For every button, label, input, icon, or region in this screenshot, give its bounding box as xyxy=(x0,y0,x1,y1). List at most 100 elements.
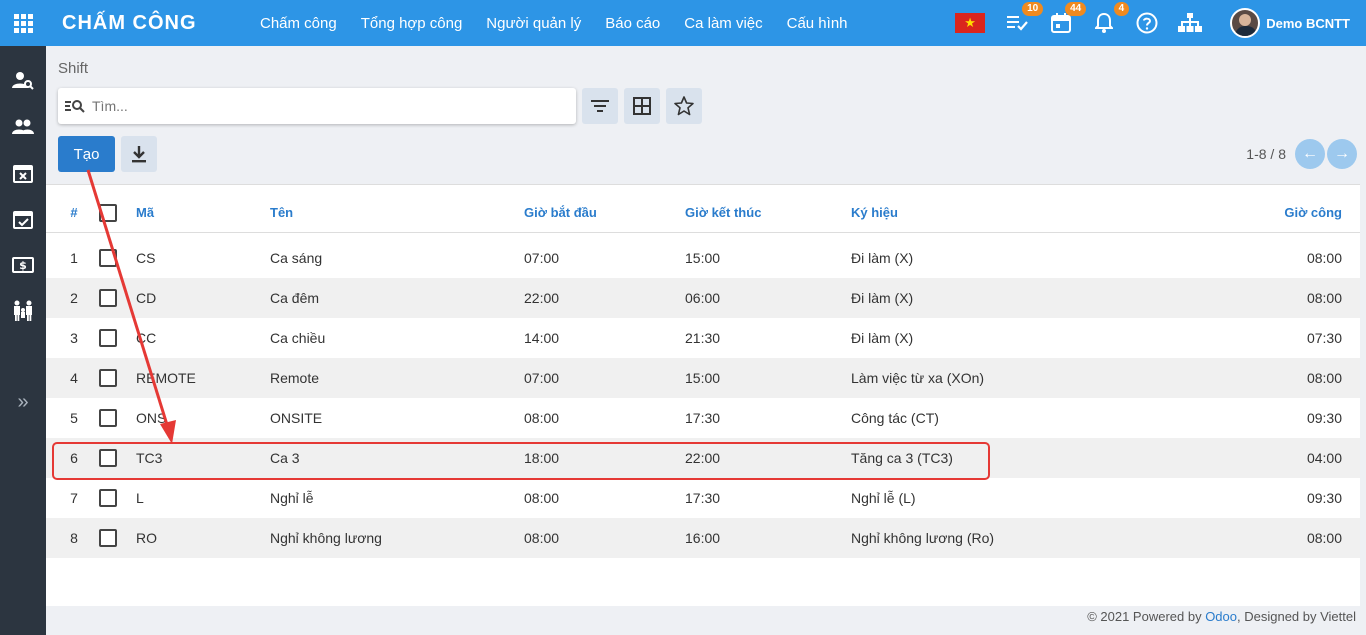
cell-start: 07:00 xyxy=(524,250,560,266)
calendar-badge: 44 xyxy=(1065,2,1087,16)
menu-item-ca-lam-viec[interactable]: Ca làm việc xyxy=(672,15,774,32)
row-checkbox[interactable] xyxy=(99,329,117,347)
cell-end: 15:00 xyxy=(685,250,721,266)
cell-num: 5 xyxy=(70,410,78,426)
table-row[interactable]: 6 TC3 Ca 3 18:00 22:00 Tăng ca 3 (TC3) 04:00 xyxy=(46,438,1360,478)
pager-text[interactable]: 1-8 / 8 xyxy=(1246,146,1286,162)
cell-num: 4 xyxy=(70,370,78,386)
cell-hours: 08:00 xyxy=(1306,370,1342,386)
download-button[interactable] xyxy=(121,136,157,172)
notifications-button[interactable]: 4 xyxy=(1091,2,1130,36)
table-row[interactable]: 2 CD Ca đêm 22:00 06:00 Đi làm (X) 08:00 xyxy=(46,278,1360,318)
table-row[interactable]: 5 ONS ONSITE 08:00 17:30 Công tác (CT) 09:30 xyxy=(46,398,1360,438)
money-icon: $ xyxy=(12,257,34,273)
cell-end: 15:00 xyxy=(685,370,721,386)
activities-button[interactable]: 10 xyxy=(1005,2,1044,36)
row-checkbox[interactable] xyxy=(99,409,117,427)
breadcrumb: Shift xyxy=(58,60,89,77)
org-chart-button[interactable] xyxy=(1177,10,1203,36)
cell-num: 7 xyxy=(70,490,78,506)
menu-item-cau-hinh[interactable]: Cấu hình xyxy=(775,15,860,32)
app-title: CHẤM CÔNG xyxy=(62,11,197,34)
arrow-right-icon: → xyxy=(1334,145,1350,162)
cell-hours: 08:00 xyxy=(1306,250,1342,266)
cell-name: Nghỉ không lương xyxy=(270,530,382,546)
group-by-button[interactable] xyxy=(624,88,660,124)
header-num: # xyxy=(70,205,78,220)
table-row[interactable]: 7 L Nghỉ lễ 08:00 17:30 Nghỉ lễ (L) 09:30 xyxy=(46,478,1360,518)
cell-start: 07:00 xyxy=(524,370,560,386)
header-start[interactable]: Giờ bắt đầu xyxy=(524,193,597,233)
header-end[interactable]: Giờ kết thúc xyxy=(685,193,761,233)
language-flag-icon[interactable] xyxy=(955,13,986,33)
sidebar-attendance[interactable] xyxy=(0,196,46,242)
help-button[interactable] xyxy=(1134,10,1160,36)
cell-symbol: Đi làm (X) xyxy=(851,290,914,306)
cell-code: L xyxy=(136,490,144,506)
cell-code: TC3 xyxy=(136,450,163,466)
row-checkbox[interactable] xyxy=(99,449,117,467)
cell-num: 1 xyxy=(70,250,78,266)
calendar-button[interactable]: 44 xyxy=(1048,2,1087,36)
apps-menu-icon[interactable] xyxy=(0,0,46,46)
pager-next-button[interactable]: → xyxy=(1327,139,1357,169)
sidebar-payroll[interactable]: $ xyxy=(0,242,46,288)
table-row[interactable]: 1 CS Ca sáng 07:00 15:00 Đi làm (X) 08:00 xyxy=(46,238,1360,278)
user-name[interactable]: Demo BCNTT xyxy=(1266,16,1350,31)
cell-start: 08:00 xyxy=(524,410,560,426)
filter-button[interactable] xyxy=(582,88,618,124)
sidebar-leave[interactable] xyxy=(0,150,46,196)
sidebar-team[interactable] xyxy=(0,104,46,150)
cell-hours: 09:30 xyxy=(1306,410,1342,426)
star-icon xyxy=(674,96,694,116)
user-search-icon xyxy=(12,72,34,90)
footer-odoo-link[interactable]: Odoo xyxy=(1205,609,1237,624)
cell-code: ONS xyxy=(136,410,167,426)
menu-item-tong-hop-cong[interactable]: Tổng hợp công xyxy=(349,15,475,32)
menu-item-cham-cong[interactable]: Chấm công xyxy=(248,15,349,32)
cell-end: 22:00 xyxy=(685,450,721,466)
cell-num: 3 xyxy=(70,330,78,346)
calendar-check-icon xyxy=(13,211,33,229)
create-button[interactable]: Tạo xyxy=(58,136,115,172)
grid-icon xyxy=(633,97,651,115)
search-input[interactable] xyxy=(92,98,576,114)
row-checkbox[interactable] xyxy=(99,289,117,307)
cell-start: 08:00 xyxy=(524,530,560,546)
sidebar-family[interactable] xyxy=(0,288,46,334)
row-checkbox[interactable] xyxy=(99,249,117,267)
header-hours[interactable]: Giờ công xyxy=(1284,193,1342,233)
row-checkbox[interactable] xyxy=(99,529,117,547)
header-code[interactable]: Mã xyxy=(136,193,154,233)
cell-code: RO xyxy=(136,530,157,546)
cell-symbol: Đi làm (X) xyxy=(851,330,914,346)
table-row[interactable]: 3 CC Ca chiều 14:00 21:30 Đi làm (X) 07:30 xyxy=(46,318,1360,358)
cell-name: Ca sáng xyxy=(270,250,323,266)
cell-symbol: Tăng ca 3 (TC3) xyxy=(851,450,953,466)
favorites-button[interactable] xyxy=(666,88,702,124)
help-icon xyxy=(1136,12,1158,34)
sidebar-expand-icon[interactable]: » xyxy=(0,384,46,420)
cell-name: Ca đêm xyxy=(270,290,320,306)
header-symbol[interactable]: Ký hiệu xyxy=(851,193,898,233)
header-name[interactable]: Tên xyxy=(270,193,293,233)
cell-hours: 08:00 xyxy=(1306,290,1342,306)
table-row[interactable]: 4 REMOTE Remote 07:00 15:00 Làm việc từ xa (X… xyxy=(46,358,1360,398)
family-icon xyxy=(14,300,32,321)
cell-code: CD xyxy=(136,290,157,306)
menu-item-nguoi-quan-ly[interactable]: Người quản lý xyxy=(474,15,593,32)
sidebar-employee-search[interactable] xyxy=(0,58,46,104)
row-checkbox[interactable] xyxy=(99,369,117,387)
select-all-checkbox[interactable] xyxy=(99,204,117,222)
cell-start: 14:00 xyxy=(524,330,560,346)
user-avatar[interactable] xyxy=(1230,8,1261,38)
cell-num: 8 xyxy=(70,530,78,546)
cell-hours: 07:30 xyxy=(1306,330,1342,346)
row-checkbox[interactable] xyxy=(99,489,117,507)
bell-icon xyxy=(1095,13,1114,33)
pager-prev-button[interactable]: ← xyxy=(1295,139,1325,169)
cell-end: 06:00 xyxy=(685,290,721,306)
calendar-x-icon xyxy=(13,165,33,183)
menu-item-bao-cao[interactable]: Báo cáo xyxy=(593,15,672,32)
table-row[interactable]: 8 RO Nghỉ không lương 08:00 16:00 Nghỉ không … xyxy=(46,518,1360,558)
